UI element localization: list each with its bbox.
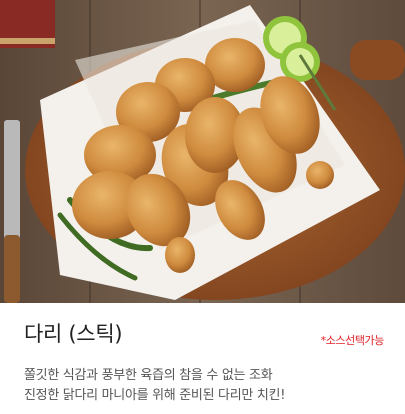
- title-row: 다리 (스틱) *소스선택가능: [24, 318, 384, 358]
- sauce-option-note: *소스선택가능: [320, 334, 385, 347]
- description-line-1: 쫄깃한 식감과 풍부한 육즙의 참을 수 없는 조화: [24, 368, 273, 383]
- product-description: 쫄깃한 식감과 풍부한 육즙의 참을 수 없는 조화 진정한 닭다리 마니아를 …: [24, 366, 384, 406]
- product-card[interactable]: 다리 (스틱) *소스선택가능 쫄깃한 식감과 풍부한 육즙의 참을 수 없는 …: [0, 0, 405, 414]
- description-line-2: 진정한 닭다리 마니아를 위해 준비된 다리만 치킨!: [24, 388, 286, 403]
- product-image: [0, 0, 405, 303]
- product-title: 다리 (스틱): [24, 322, 123, 346]
